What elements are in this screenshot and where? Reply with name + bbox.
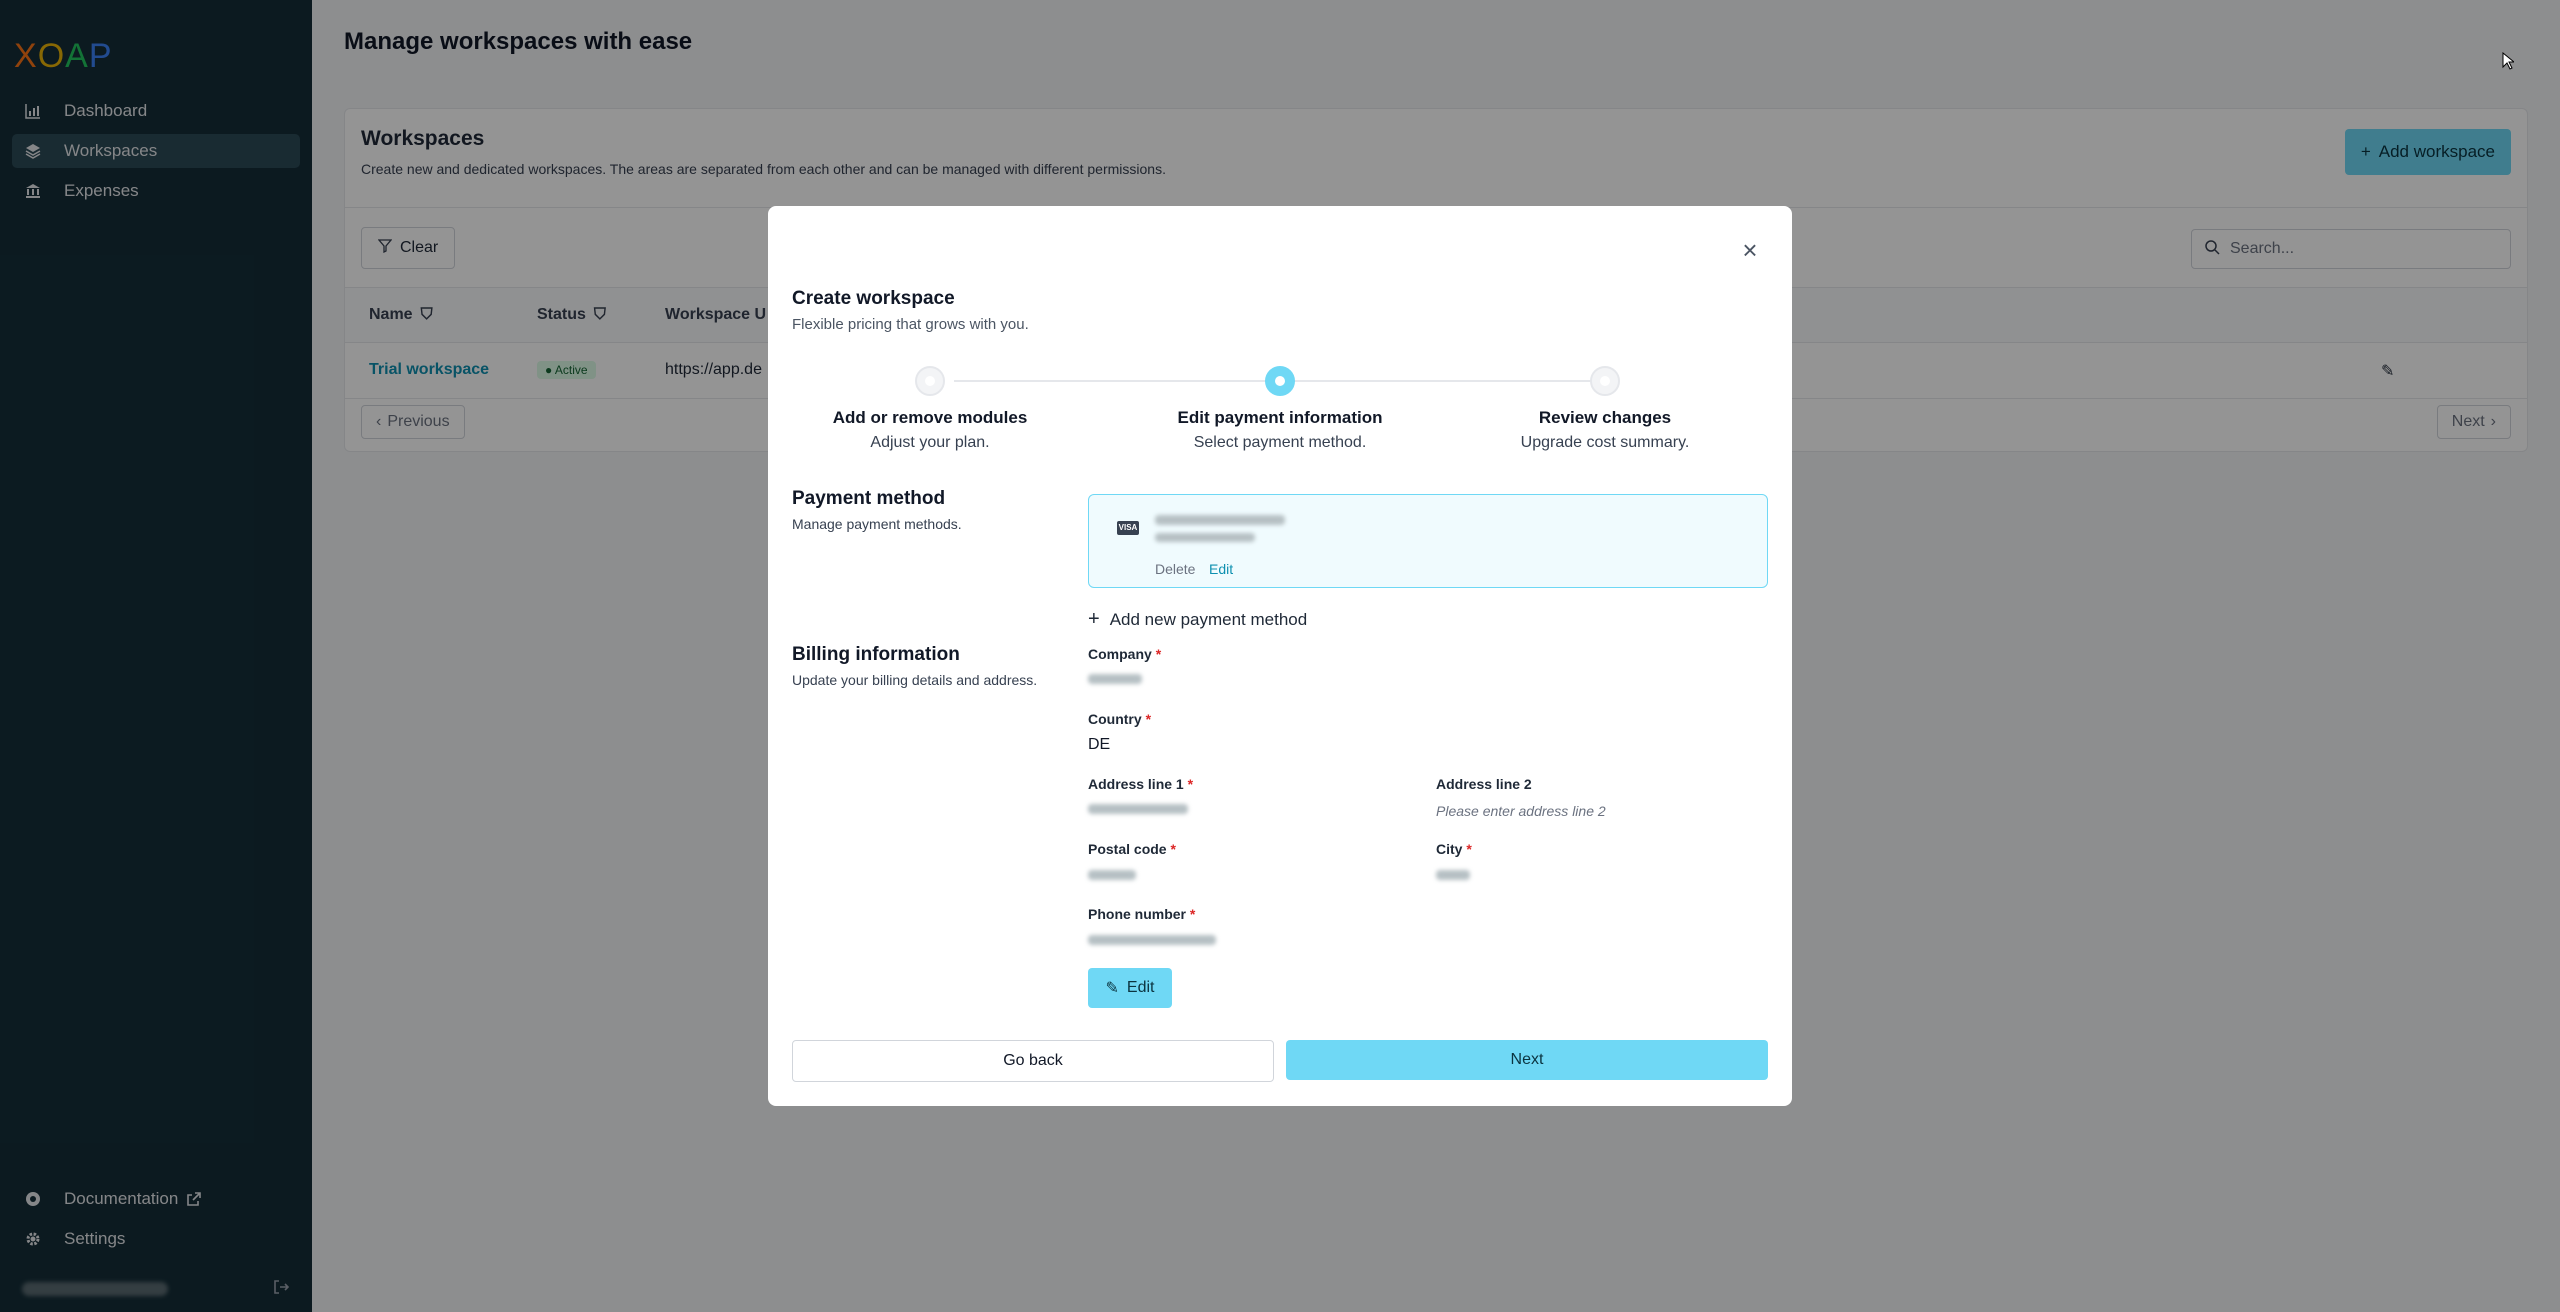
- postal-code-redacted: [1088, 870, 1136, 880]
- country-value: DE: [1088, 736, 1111, 753]
- mouse-cursor-icon: [2502, 51, 2516, 75]
- edit-billing-button[interactable]: ✎ Edit: [1088, 968, 1172, 1008]
- edit-label: Edit: [1126, 979, 1155, 996]
- address-line-2-label: Address line 2: [1436, 776, 1532, 792]
- required-marker: *: [1187, 776, 1194, 792]
- required-marker: *: [1466, 841, 1472, 857]
- label-text: Postal code: [1088, 841, 1167, 857]
- go-back-button[interactable]: Go back: [792, 1040, 1274, 1082]
- step-label: Add or remove modules: [832, 408, 1028, 427]
- address-line-2-placeholder: Please enter address line 2: [1436, 803, 1606, 819]
- step-dot: [1590, 366, 1620, 396]
- step-label: Review changes: [1538, 408, 1672, 427]
- step-modules[interactable]: Add or remove modules Adjust your plan.: [780, 366, 1080, 452]
- phone-number-label: Phone number *: [1088, 906, 1195, 922]
- billing-information-subtitle: Update your billing details and address.: [792, 672, 1038, 688]
- step-sublabel: Adjust your plan.: [870, 434, 990, 451]
- step-review[interactable]: Review changes Upgrade cost summary.: [1455, 366, 1755, 452]
- required-marker: *: [1189, 906, 1196, 922]
- step-dot: [915, 366, 945, 396]
- modal-title: Create workspace: [792, 288, 955, 309]
- modal-subtitle: Flexible pricing that grows with you.: [792, 316, 1029, 333]
- step-sublabel: Select payment method.: [1193, 434, 1367, 451]
- step-payment[interactable]: Edit payment information Select payment …: [1130, 366, 1430, 452]
- add-payment-method-button[interactable]: + Add new payment method: [1088, 608, 1307, 631]
- step-label: Edit payment information: [1177, 408, 1383, 427]
- required-marker: *: [1145, 711, 1152, 727]
- step-sublabel: Upgrade cost summary.: [1520, 434, 1690, 451]
- next-button[interactable]: Next: [1286, 1040, 1768, 1080]
- step-dot-active: [1265, 366, 1295, 396]
- label-text: Company: [1088, 646, 1152, 662]
- billing-information-title: Billing information: [792, 644, 960, 665]
- payment-method-card[interactable]: VISA Delete Edit: [1088, 494, 1768, 588]
- required-marker: *: [1155, 646, 1162, 662]
- close-icon[interactable]: ×: [1738, 237, 1762, 263]
- label-text: Address line 1: [1088, 776, 1184, 792]
- postal-code-label: Postal code *: [1088, 841, 1176, 857]
- pencil-icon: ✎: [1105, 980, 1119, 997]
- plus-icon: +: [1088, 608, 1100, 630]
- card-expiry-redacted: [1155, 533, 1255, 542]
- edit-payment-link[interactable]: Edit: [1209, 561, 1233, 577]
- company-value-redacted: [1088, 674, 1142, 684]
- payment-method-title: Payment method: [792, 488, 946, 509]
- delete-payment-link[interactable]: Delete: [1155, 561, 1195, 577]
- required-marker: *: [1170, 841, 1176, 857]
- city-redacted: [1436, 870, 1470, 880]
- address-line-1-redacted: [1088, 804, 1188, 814]
- create-workspace-modal: × Create workspace Flexible pricing that…: [768, 206, 1792, 1106]
- phone-number-redacted: [1088, 935, 1216, 945]
- label-text: Phone number: [1088, 906, 1187, 922]
- city-label: City *: [1436, 841, 1472, 857]
- card-number-redacted: [1155, 515, 1285, 525]
- payment-method-subtitle: Manage payment methods.: [792, 516, 962, 532]
- country-label: Country *: [1088, 711, 1151, 727]
- visa-card-icon: VISA: [1117, 521, 1139, 535]
- company-label: Company *: [1088, 646, 1161, 662]
- add-payment-label: Add new payment method: [1109, 609, 1308, 629]
- address-line-1-label: Address line 1 *: [1088, 776, 1193, 792]
- label-text: City: [1436, 841, 1463, 857]
- label-text: Country: [1088, 711, 1142, 727]
